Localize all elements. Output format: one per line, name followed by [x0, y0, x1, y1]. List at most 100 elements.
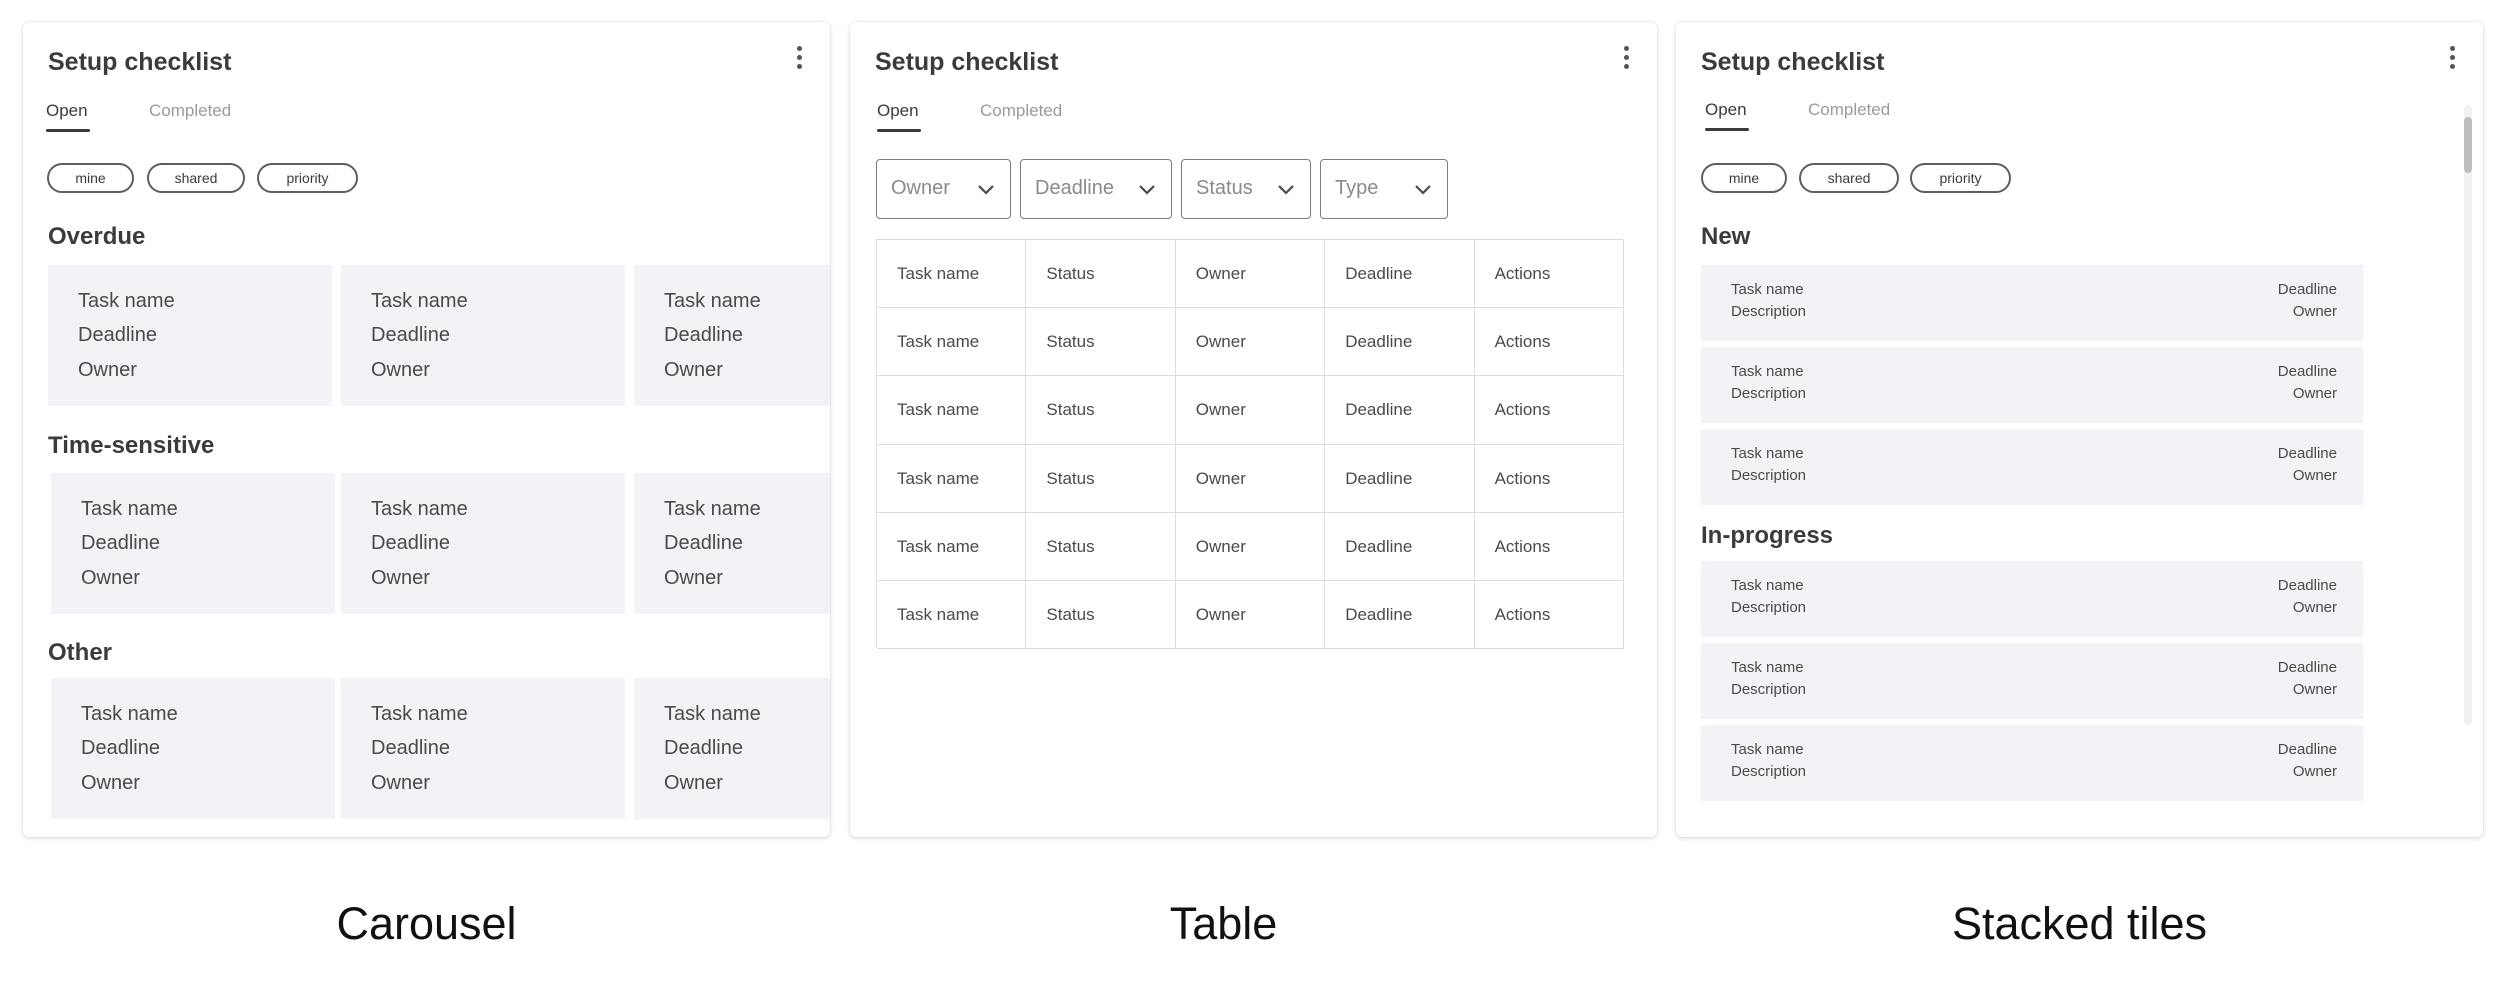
dropdown-label: Status [1196, 177, 1253, 199]
tab-open[interactable]: Open [46, 101, 90, 132]
more-options-icon[interactable] [1621, 46, 1631, 74]
scrollbar-thumb[interactable] [2464, 117, 2472, 173]
task-tile[interactable]: Task name Description Deadline Owner [1701, 561, 2363, 637]
task-deadline: Deadline [2277, 445, 2337, 462]
table-cell[interactable]: Task name [877, 444, 1027, 513]
table-cell[interactable]: Task name [877, 308, 1027, 377]
task-card[interactable]: Task name Deadline Owner [634, 265, 830, 406]
task-tile[interactable]: Task name Description Deadline Owner [1701, 265, 2363, 341]
tab-open[interactable]: Open [1705, 100, 1749, 131]
tab-completed[interactable]: Completed [149, 101, 231, 121]
table-cell[interactable]: Actions [1474, 308, 1624, 377]
table-cell[interactable]: Status [1026, 240, 1176, 309]
task-tile[interactable]: Task name Description Deadline Owner [1701, 429, 2363, 505]
cell-text: Deadline [1345, 332, 1413, 352]
table-cell[interactable]: Deadline [1325, 581, 1475, 650]
task-deadline: Deadline [81, 532, 160, 554]
table-cell[interactable]: Deadline [1325, 444, 1475, 513]
chevron-down-icon [978, 185, 994, 195]
chevron-down-icon [1415, 185, 1431, 195]
table-cell[interactable]: Actions [1474, 512, 1624, 581]
cell-text: Status [1046, 264, 1095, 283]
table-cell[interactable]: Status [1026, 376, 1176, 445]
task-table: Task name Status Owner Deadline Actions … [876, 239, 1624, 650]
task-owner: Owner [664, 772, 723, 794]
cell-text: Actions [1494, 605, 1551, 624]
task-owner: Owner [371, 772, 430, 794]
task-card[interactable]: Task name Deadline Owner [51, 473, 335, 614]
task-card[interactable]: Task name Deadline Owner [341, 678, 625, 819]
more-options-icon[interactable] [794, 46, 804, 74]
table-cell[interactable]: Status [1026, 581, 1176, 650]
deadline-filter-dropdown[interactable]: Deadline [1020, 159, 1172, 219]
table-cell[interactable]: Owner [1175, 240, 1326, 309]
filter-chip-shared[interactable]: shared [147, 163, 245, 193]
task-card[interactable]: Task name Deadline Owner [341, 265, 625, 406]
type-filter-dropdown[interactable]: Type [1320, 159, 1448, 219]
task-deadline: Deadline [2277, 363, 2337, 380]
table-cell[interactable]: Actions [1474, 240, 1624, 309]
task-card[interactable]: Task name Deadline Owner [51, 678, 335, 819]
task-card[interactable]: Task name Deadline Owner [634, 678, 830, 819]
table-cell[interactable]: Owner [1175, 376, 1326, 445]
table-cell[interactable]: Owner [1175, 308, 1326, 377]
task-owner: Owner [2292, 467, 2337, 484]
task-owner: Owner [2292, 303, 2337, 320]
filter-chip-priority[interactable]: priority [1910, 163, 2011, 193]
table-cell[interactable]: Owner [1175, 444, 1326, 513]
more-options-icon[interactable] [2447, 46, 2457, 74]
table-cell[interactable]: Actions [1474, 376, 1624, 445]
task-card[interactable]: Task name Deadline Owner [634, 473, 830, 614]
dropdown-label: Type [1335, 177, 1379, 199]
table-cell[interactable]: Task name [877, 512, 1027, 581]
table-cell[interactable]: Status [1026, 444, 1176, 513]
owner-filter-dropdown[interactable]: Owner [876, 159, 1011, 219]
task-name: Task name [1731, 445, 1804, 462]
cell-text: Task name [897, 400, 980, 420]
section-heading-time-sensitive: Time-sensitive [48, 432, 215, 459]
table-cell[interactable]: Task name [877, 581, 1027, 650]
table-cell[interactable]: Status [1026, 512, 1176, 581]
task-tile[interactable]: Task name Description Deadline Owner [1701, 347, 2363, 423]
caption-stacked-tiles: Stacked tiles [1951, 898, 2208, 949]
task-name: Task name [81, 703, 178, 725]
table-cell[interactable]: Deadline [1325, 512, 1475, 581]
task-deadline: Deadline [2277, 577, 2337, 594]
cell-text: Status [1046, 468, 1095, 488]
table-cell[interactable]: Deadline [1325, 240, 1475, 309]
cell-text: Actions [1494, 536, 1551, 556]
task-owner: Owner [2292, 385, 2337, 402]
task-deadline: Deadline [371, 532, 450, 554]
table-cell[interactable]: Actions [1474, 444, 1624, 513]
table-cell[interactable]: Actions [1474, 581, 1624, 650]
task-deadline: Deadline [371, 737, 450, 759]
task-tile[interactable]: Task name Description Deadline Owner [1701, 643, 2363, 719]
task-owner: Owner [81, 567, 140, 589]
table-cell[interactable]: Deadline [1325, 376, 1475, 445]
tab-completed[interactable]: Completed [980, 101, 1062, 121]
filter-chip-priority[interactable]: priority [257, 163, 358, 193]
table-cell[interactable]: Deadline [1325, 308, 1475, 377]
task-card[interactable]: Task name Deadline Owner [341, 473, 625, 614]
table-cell[interactable]: Task name [877, 240, 1027, 309]
table-cell[interactable]: Status [1026, 308, 1176, 377]
tab-completed[interactable]: Completed [1808, 100, 1890, 120]
filter-chip-shared[interactable]: shared [1799, 163, 1899, 193]
cell-text: Owner [1195, 605, 1246, 624]
cell-text: Status [1046, 332, 1095, 352]
task-name: Task name [1731, 281, 1804, 298]
task-tile[interactable]: Task name Description Deadline Owner [1701, 725, 2363, 801]
task-card[interactable]: Task name Deadline Owner [48, 265, 332, 406]
panel-title: Setup checklist [875, 48, 1059, 76]
task-description: Description [1731, 385, 1807, 402]
status-filter-dropdown[interactable]: Status [1181, 159, 1311, 219]
filter-chip-mine[interactable]: mine [1701, 163, 1787, 193]
task-name: Task name [371, 290, 468, 312]
cell-text: Owner [1195, 400, 1246, 420]
table-cell[interactable]: Owner [1175, 512, 1326, 581]
table-cell[interactable]: Owner [1175, 581, 1326, 650]
tab-open[interactable]: Open [877, 101, 921, 132]
filter-chip-mine[interactable]: mine [47, 163, 134, 193]
table-cell[interactable]: Task name [877, 376, 1027, 445]
scrollbar-track[interactable] [2464, 105, 2472, 725]
